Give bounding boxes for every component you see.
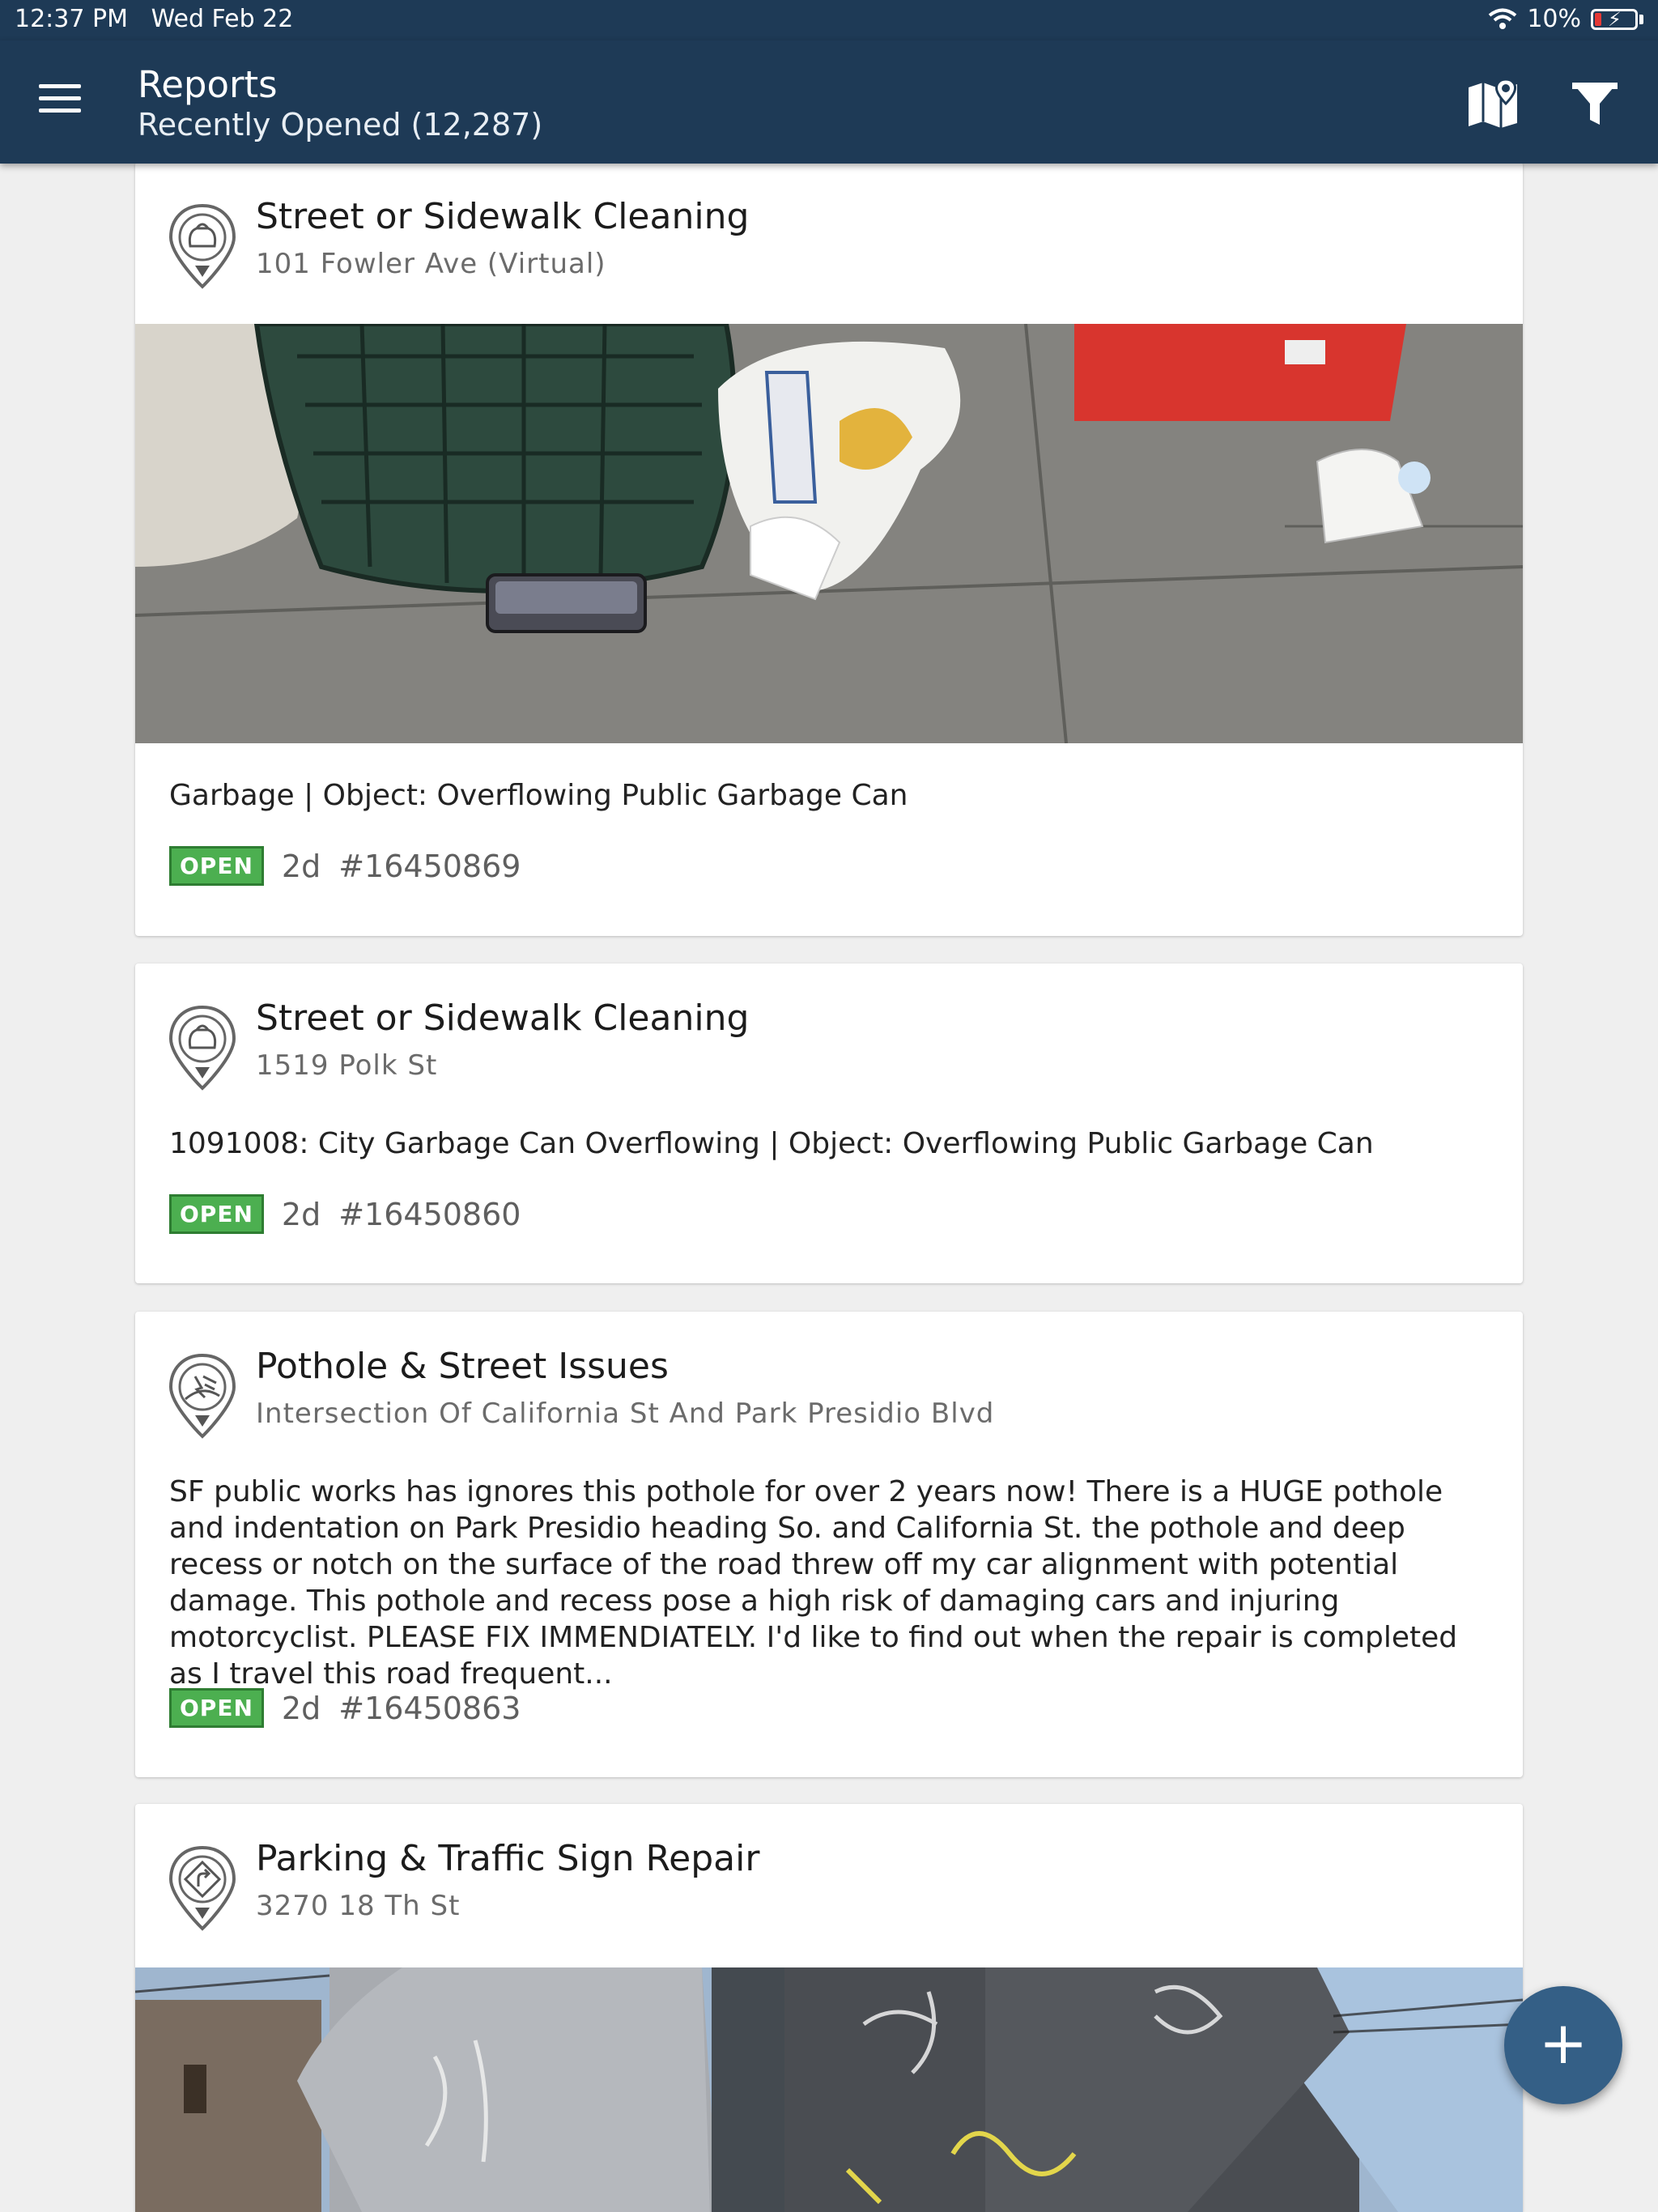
report-description: 1091008: City Garbage Can Overflowing | … [169, 1127, 1374, 1160]
report-description: Garbage | Object: Overflowing Public Gar… [169, 779, 908, 812]
add-report-button[interactable]: + [1504, 1986, 1622, 2104]
report-description: SF public works has ignores this pothole… [169, 1475, 1458, 1691]
report-meta: OPEN 2d #16450863 [169, 1688, 521, 1728]
report-category: Street or Sidewalk Cleaning [256, 998, 750, 1039]
wifi-icon [1489, 8, 1517, 29]
report-address: 101 Fowler Ave (Virtual) [256, 248, 606, 280]
status-date: Wed Feb 22 [151, 5, 294, 33]
report-age: 2d [281, 1196, 321, 1232]
report-card[interactable]: Parking & Traffic Sign Repair 3270 18 Th… [135, 1804, 1523, 2212]
status-right: 10% ⚡ [1488, 5, 1643, 33]
report-card[interactable]: Pothole & Street Issues Intersection Of … [135, 1312, 1523, 1777]
status-badge: OPEN [169, 846, 264, 886]
report-id: #16450863 [338, 1690, 521, 1726]
report-id: #16450869 [338, 848, 521, 884]
battery-percent: 10% [1527, 5, 1581, 33]
report-photo[interactable] [135, 1967, 1523, 2212]
battery-icon: ⚡ [1591, 8, 1638, 31]
hamburger-menu-icon[interactable] [32, 78, 87, 126]
report-address: 3270 18 Th St [256, 1890, 461, 1922]
trash-bag-pin-icon [168, 1005, 236, 1091]
page-subtitle: Recently Opened (12,287) [138, 107, 543, 143]
report-card[interactable]: Street or Sidewalk Cleaning 1519 Polk St… [135, 963, 1523, 1283]
report-id: #16450860 [338, 1196, 521, 1232]
map-pin-icon[interactable] [1464, 74, 1522, 133]
report-address: Intersection Of California St And Park P… [256, 1397, 995, 1430]
report-meta: OPEN 2d #16450869 [169, 846, 521, 886]
report-category: Parking & Traffic Sign Repair [256, 1838, 760, 1879]
traffic-sign-pin-icon [168, 1845, 236, 1931]
report-category: Pothole & Street Issues [256, 1346, 669, 1387]
report-age: 2d [281, 848, 321, 884]
report-meta: OPEN 2d #16450860 [169, 1194, 521, 1234]
status-bar: 12:37 PM Wed Feb 22 10% ⚡ [0, 0, 1658, 40]
plus-icon: + [1538, 2009, 1588, 2077]
report-photo[interactable] [135, 324, 1523, 743]
report-age: 2d [281, 1690, 321, 1726]
status-time: 12:37 PM Wed Feb 22 [15, 5, 293, 33]
status-time-text: 12:37 PM [15, 5, 128, 33]
battery-cap [1639, 14, 1643, 24]
status-badge: OPEN [169, 1688, 264, 1728]
app-header: Reports Recently Opened (12,287) [0, 40, 1658, 164]
report-address: 1519 Polk St [256, 1049, 438, 1082]
filter-funnel-icon[interactable] [1567, 76, 1622, 131]
pothole-pin-icon [168, 1353, 236, 1439]
page-title: Reports [138, 63, 278, 106]
status-badge: OPEN [169, 1194, 264, 1234]
report-category: Street or Sidewalk Cleaning [256, 196, 750, 237]
trash-bag-pin-icon [168, 203, 236, 289]
report-card[interactable]: Street or Sidewalk Cleaning 101 Fowler A… [135, 162, 1523, 936]
